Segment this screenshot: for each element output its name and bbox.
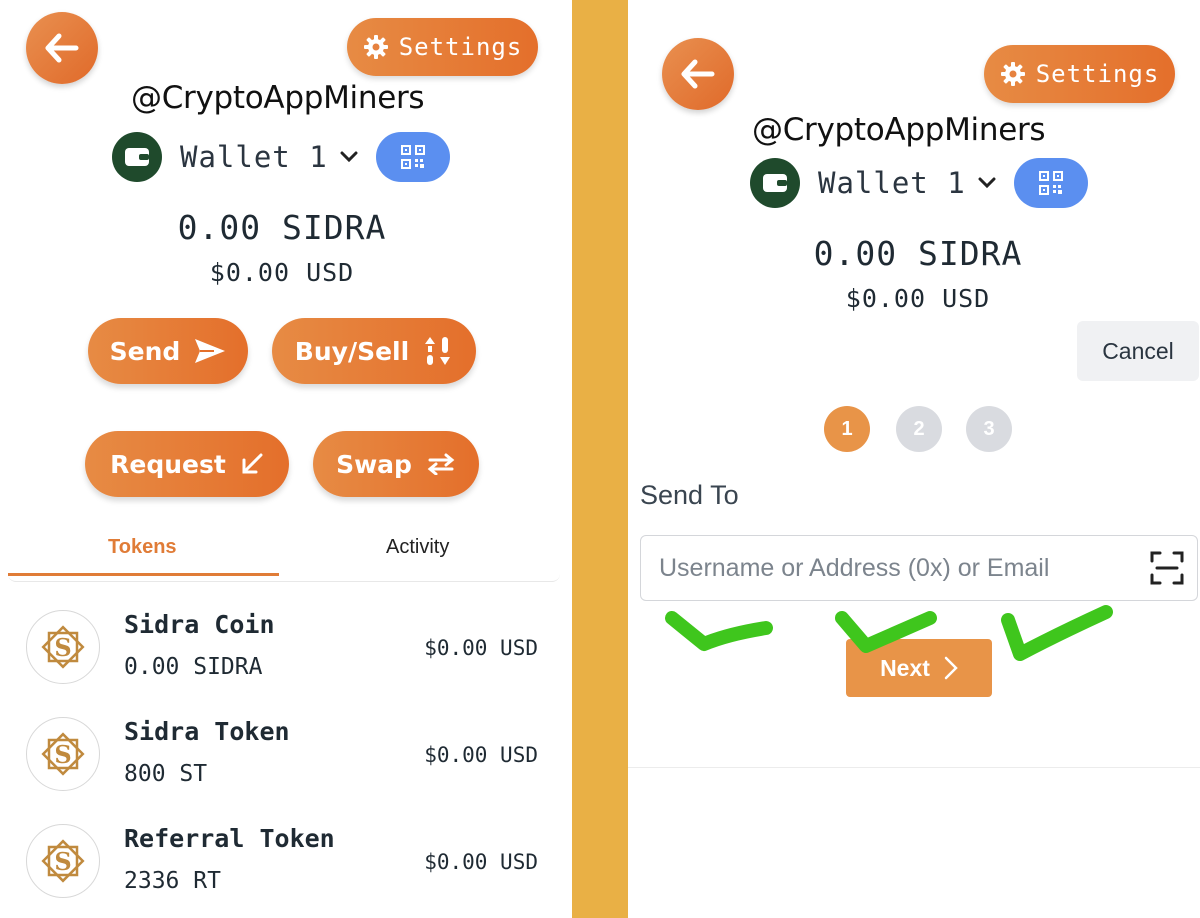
svg-text:S: S: [54, 740, 71, 769]
arrow-down-left-icon: [242, 453, 263, 474]
token-name: Referral Token: [124, 824, 335, 853]
svg-text:S: S: [54, 847, 71, 876]
back-button[interactable]: [26, 12, 98, 84]
wallet-selector[interactable]: Wallet 1: [112, 132, 450, 182]
tab-tokens[interactable]: Tokens: [108, 536, 177, 559]
token-usd-value: $0.00 USD: [424, 850, 538, 874]
cancel-button[interactable]: Cancel: [1077, 321, 1199, 381]
send-to-label: Send To: [640, 480, 739, 510]
buy-sell-label: Buy/Sell: [294, 336, 410, 366]
token-usd-value: $0.00 USD: [424, 743, 538, 767]
next-button[interactable]: Next: [846, 639, 992, 697]
tab-activity[interactable]: Activity: [386, 536, 449, 559]
panel-divider: [572, 0, 628, 918]
step-indicator-3: 3: [966, 406, 1012, 452]
gear-icon: [1000, 62, 1025, 86]
token-name: Sidra Token: [124, 717, 290, 746]
send-plane-icon: [195, 339, 226, 363]
settings-button[interactable]: Settings: [984, 45, 1175, 103]
settings-label: Settings: [1035, 60, 1160, 88]
token-name: Sidra Coin: [124, 610, 275, 639]
svg-text:S: S: [54, 633, 71, 662]
balance-primary: 0.00 SIDRA: [813, 234, 1023, 273]
recipient-input[interactable]: [659, 536, 1129, 600]
token-row[interactable]: S Sidra Token 800 ST $0.00 USD: [0, 705, 572, 805]
token-tabs: Tokens Activity: [8, 520, 560, 582]
qr-code-button[interactable]: [375, 132, 450, 182]
wallet-icon: [112, 132, 162, 182]
send-button[interactable]: Send: [88, 318, 248, 384]
scan-icon[interactable]: [1149, 550, 1185, 586]
token-amount: 2336 RT: [124, 868, 221, 894]
active-tab-indicator: [8, 573, 279, 576]
wallet-home-screen: Settings @CryptoAppMiners Wallet 1 0.00 …: [0, 0, 572, 918]
balance-primary: 0.00 SIDRA: [177, 208, 387, 247]
wallet-name: Wallet 1: [180, 140, 328, 174]
sidra-logo-icon: S: [26, 610, 100, 684]
settings-button[interactable]: Settings: [347, 18, 538, 76]
chevron-right-icon: [944, 656, 958, 680]
up-down-arrows-icon: [425, 337, 451, 365]
qr-code-icon: [1038, 171, 1063, 195]
green-checkmark: [1001, 605, 1113, 661]
section-divider: [628, 767, 1200, 768]
watermark-text: @CryptoAppMiners: [752, 112, 1046, 148]
qr-code-button[interactable]: [1013, 158, 1088, 208]
sidra-logo-icon: S: [26, 717, 100, 791]
arrow-left-icon: [45, 33, 79, 63]
swap-label: Swap: [336, 449, 412, 479]
swap-button[interactable]: Swap: [313, 431, 479, 497]
green-checkmark: [665, 611, 773, 651]
chevron-down-icon[interactable]: [340, 151, 358, 163]
settings-label: Settings: [398, 33, 523, 61]
token-amount: 800 ST: [124, 761, 208, 787]
balance-usd: $0.00 USD: [209, 258, 355, 287]
request-button[interactable]: Request: [85, 431, 289, 497]
token-usd-value: $0.00 USD: [424, 636, 538, 660]
qr-code-icon: [400, 145, 425, 169]
gear-icon: [363, 35, 388, 59]
next-label: Next: [880, 654, 930, 681]
buy-sell-button[interactable]: Buy/Sell: [272, 318, 476, 384]
token-row[interactable]: S Referral Token 2336 RT $0.00 USD: [0, 812, 572, 912]
token-row[interactable]: S Sidra Coin 0.00 SIDRA $0.00 USD: [0, 598, 572, 698]
wallet-selector[interactable]: Wallet 1: [750, 158, 1088, 208]
watermark-text: @CryptoAppMiners: [131, 80, 425, 116]
arrow-left-icon: [681, 59, 715, 89]
swap-arrows-icon: [427, 453, 455, 475]
step-indicator-1: 1: [824, 406, 870, 452]
request-label: Request: [110, 449, 226, 479]
recipient-field: [640, 535, 1198, 601]
wallet-icon: [750, 158, 800, 208]
send-label: Send: [109, 336, 181, 366]
balance-usd: $0.00 USD: [845, 284, 991, 313]
step-indicator-2: 2: [896, 406, 942, 452]
token-amount: 0.00 SIDRA: [124, 654, 263, 680]
back-button[interactable]: [662, 38, 734, 110]
chevron-down-icon[interactable]: [978, 177, 996, 189]
wallet-name: Wallet 1: [818, 166, 966, 200]
send-screen: Settings @CryptoAppMiners Wallet 1 0.00 …: [628, 0, 1200, 918]
sidra-logo-icon: S: [26, 824, 100, 898]
